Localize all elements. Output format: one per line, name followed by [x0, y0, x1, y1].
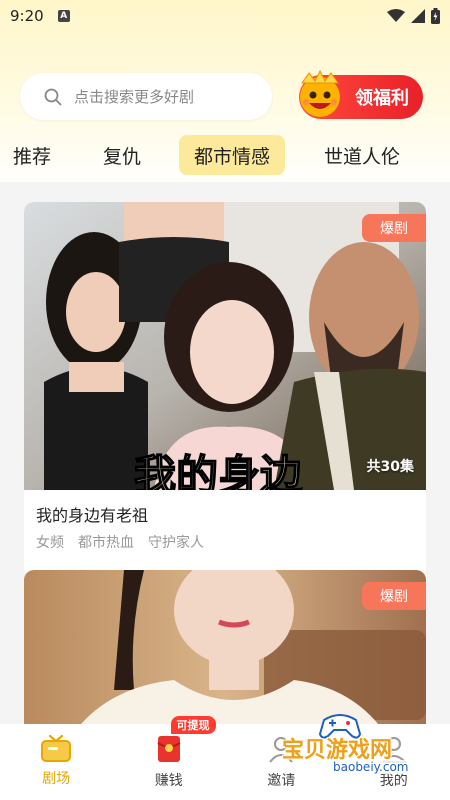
nav-label: 剧场 [42, 771, 71, 787]
drama-card[interactable]: 爆剧 [24, 570, 426, 724]
drama-tag: 女频 [36, 535, 64, 551]
notification-icon: A [57, 10, 70, 22]
watermark: 宝贝游戏网 baobeiy.com [270, 714, 450, 780]
watermark-url: baobeiy.com [330, 760, 412, 774]
red-envelope-icon [157, 736, 181, 762]
hot-badge: 爆剧 [362, 582, 426, 610]
drama-cover[interactable]: 我的身边 爆剧 共30集 [24, 202, 426, 490]
drama-tags: 女频 都市热血 守护家人 [36, 532, 426, 552]
battery-icon [431, 8, 440, 24]
category-tabs: 推荐 复仇 都市情感 世道人伦 [0, 135, 450, 179]
tab-revenge[interactable]: 复仇 [100, 135, 144, 175]
tab-recommend[interactable]: 推荐 [10, 135, 54, 175]
tv-icon [41, 734, 72, 762]
hot-badge: 爆剧 [362, 214, 426, 242]
signal-icon [411, 9, 425, 23]
cover-image: 我的身边 [24, 202, 426, 490]
nav-label: 赚钱 [154, 773, 183, 789]
drama-title[interactable]: 我的身边有老祖 [36, 502, 426, 526]
svg-text:我的身边: 我的身边 [134, 451, 303, 490]
nav-earn[interactable]: 可提现 赚钱 [113, 716, 226, 800]
nav-theater[interactable]: 剧场 [0, 724, 113, 800]
search-placeholder: 点击搜索更多好剧 [74, 88, 195, 106]
drama-list: 我的身边 爆剧 共30集 我的身边有老祖 女频 都市热血 守护家人 爆剧 [0, 182, 450, 724]
status-bar: 9:20 A [0, 0, 450, 32]
welfare-label: 领福利 [355, 88, 409, 109]
status-time: 9:20 [10, 7, 44, 25]
episode-count: 共30集 [366, 459, 414, 475]
mascot-icon [300, 69, 340, 117]
wifi-icon [387, 9, 405, 22]
welfare-button[interactable]: 领福利 [299, 69, 423, 119]
cash-badge: 可提现 [170, 716, 216, 734]
tab-social-ethics[interactable]: 世道人伦 [320, 135, 404, 175]
search-bar[interactable]: 点击搜索更多好剧 [20, 73, 272, 120]
drama-cover[interactable]: 爆剧 [24, 570, 426, 724]
drama-tag: 守护家人 [148, 535, 204, 551]
drama-tag: 都市热血 [78, 535, 134, 551]
status-icons [387, 8, 440, 24]
drama-card[interactable]: 我的身边 爆剧 共30集 我的身边有老祖 女频 都市热血 守护家人 [24, 202, 426, 577]
search-icon [44, 88, 62, 105]
tab-urban-romance[interactable]: 都市情感 [179, 135, 285, 175]
